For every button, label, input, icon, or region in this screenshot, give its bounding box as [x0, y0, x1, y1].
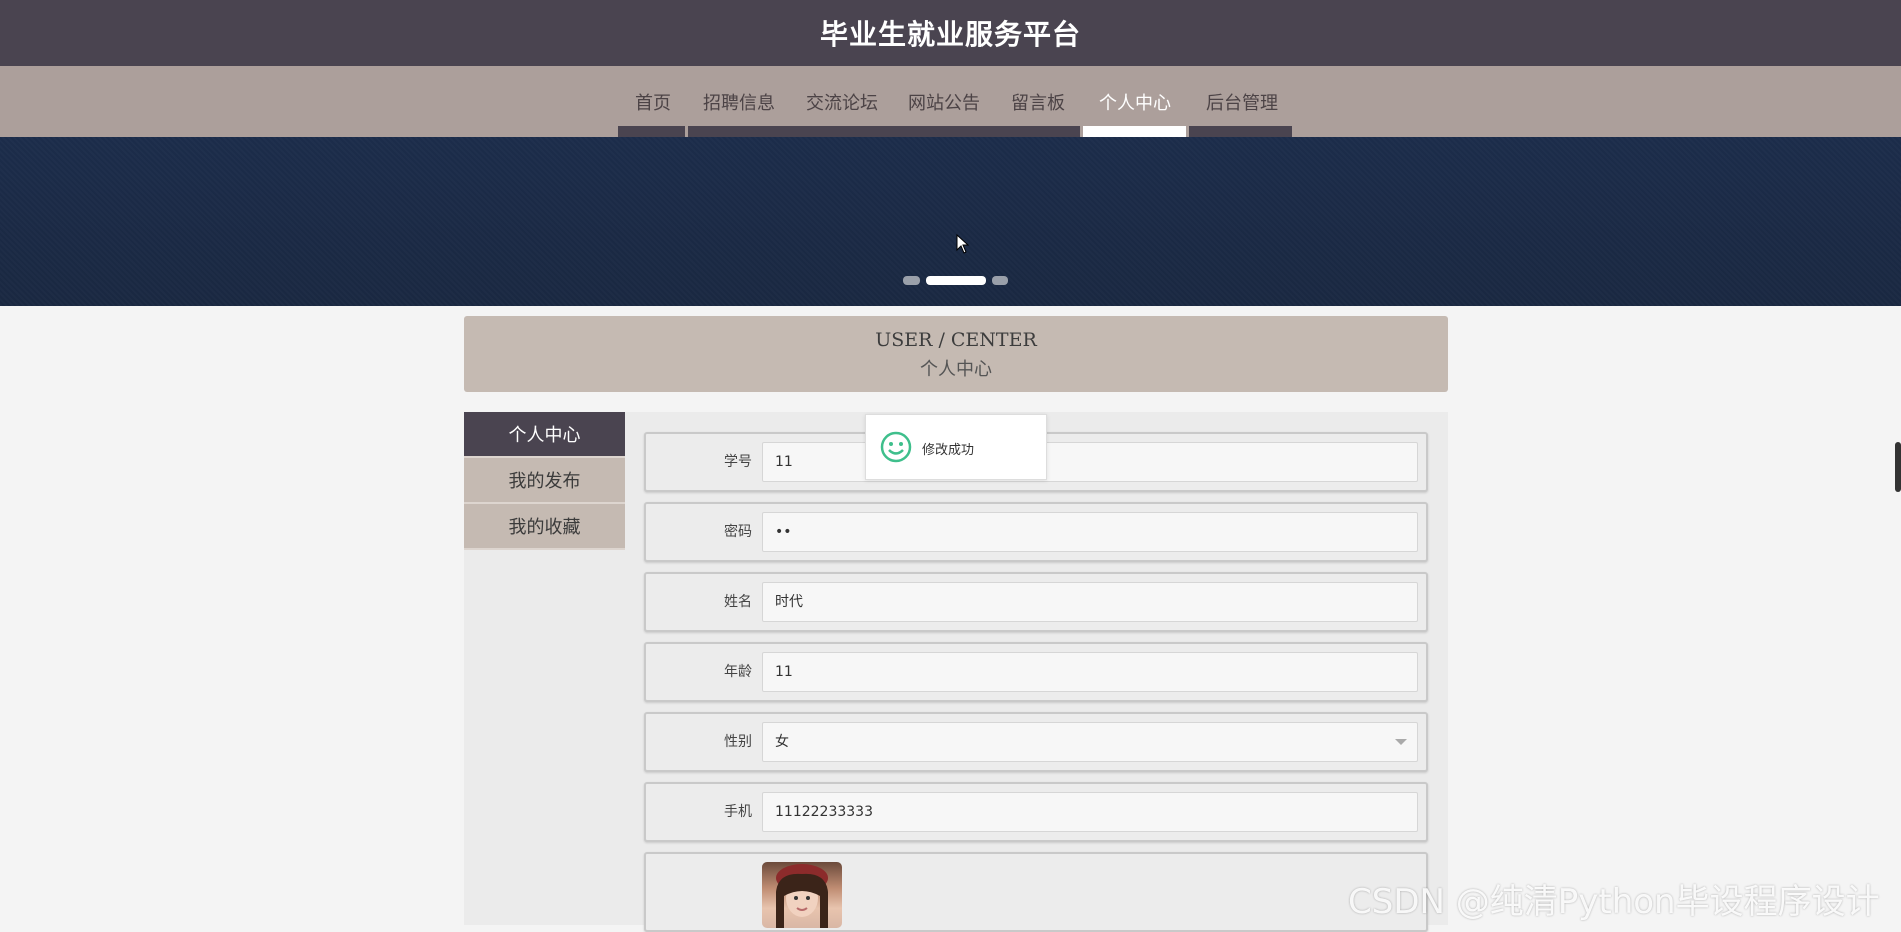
nav-indicator	[688, 126, 1080, 137]
carousel-dot[interactable]	[903, 276, 920, 285]
form-row-password: 密码 ••	[644, 502, 1428, 562]
gender-label: 性别	[724, 734, 752, 750]
name-label: 姓名	[724, 594, 752, 610]
nav-indicator	[1189, 126, 1292, 137]
site-title: 毕业生就业服务平台	[819, 18, 1081, 51]
mouse-cursor-icon	[956, 234, 970, 254]
nav-indicator	[618, 126, 685, 137]
banner-carousel[interactable]	[0, 137, 1901, 306]
form-row-age: 年龄 11	[644, 642, 1428, 702]
smile-icon	[880, 431, 912, 463]
sidebar-item-user-center[interactable]: 个人中心	[464, 412, 625, 458]
success-toast: 修改成功	[865, 414, 1047, 480]
form-row-name: 姓名 时代	[644, 572, 1428, 632]
form-row-photo	[644, 852, 1428, 932]
avatar-photo[interactable]	[762, 862, 842, 928]
name-input[interactable]: 时代	[762, 582, 1418, 622]
carousel-dot[interactable]	[992, 276, 1008, 285]
form-row-gender: 性别 女	[644, 712, 1428, 772]
student-id-label: 学号	[724, 454, 752, 470]
chevron-down-icon	[1395, 739, 1407, 745]
avatar-image-icon	[776, 864, 828, 928]
toast-message: 修改成功	[922, 443, 975, 458]
site-header: 毕业生就业服务平台	[0, 0, 1901, 66]
form-row-phone: 手机 11122233333	[644, 782, 1428, 842]
gender-value: 女	[775, 734, 789, 750]
section-header: USER / CENTER 个人中心	[464, 316, 1448, 392]
phone-input[interactable]: 11122233333	[762, 792, 1418, 832]
gender-select[interactable]: 女	[762, 722, 1418, 762]
password-input[interactable]: ••	[762, 512, 1418, 552]
section-title-cn: 个人中心	[920, 359, 992, 380]
sidebar-item-my-favorites[interactable]: 我的收藏	[464, 504, 625, 550]
password-label: 密码	[724, 524, 752, 540]
scrollbar-thumb[interactable]	[1895, 442, 1901, 492]
age-label: 年龄	[724, 664, 752, 680]
student-id-input[interactable]: 11	[762, 442, 1418, 482]
age-input[interactable]: 11	[762, 652, 1418, 692]
phone-label: 手机	[724, 804, 752, 820]
section-title-en: USER / CENTER	[875, 329, 1037, 351]
nav-indicator-active	[1083, 126, 1186, 137]
sidebar: 个人中心 我的发布 我的收藏	[464, 412, 625, 550]
watermark: CSDN @纯清Python毕设程序设计	[1348, 882, 1880, 922]
carousel-dot-active[interactable]	[926, 276, 986, 285]
sidebar-item-my-posts[interactable]: 我的发布	[464, 458, 625, 504]
